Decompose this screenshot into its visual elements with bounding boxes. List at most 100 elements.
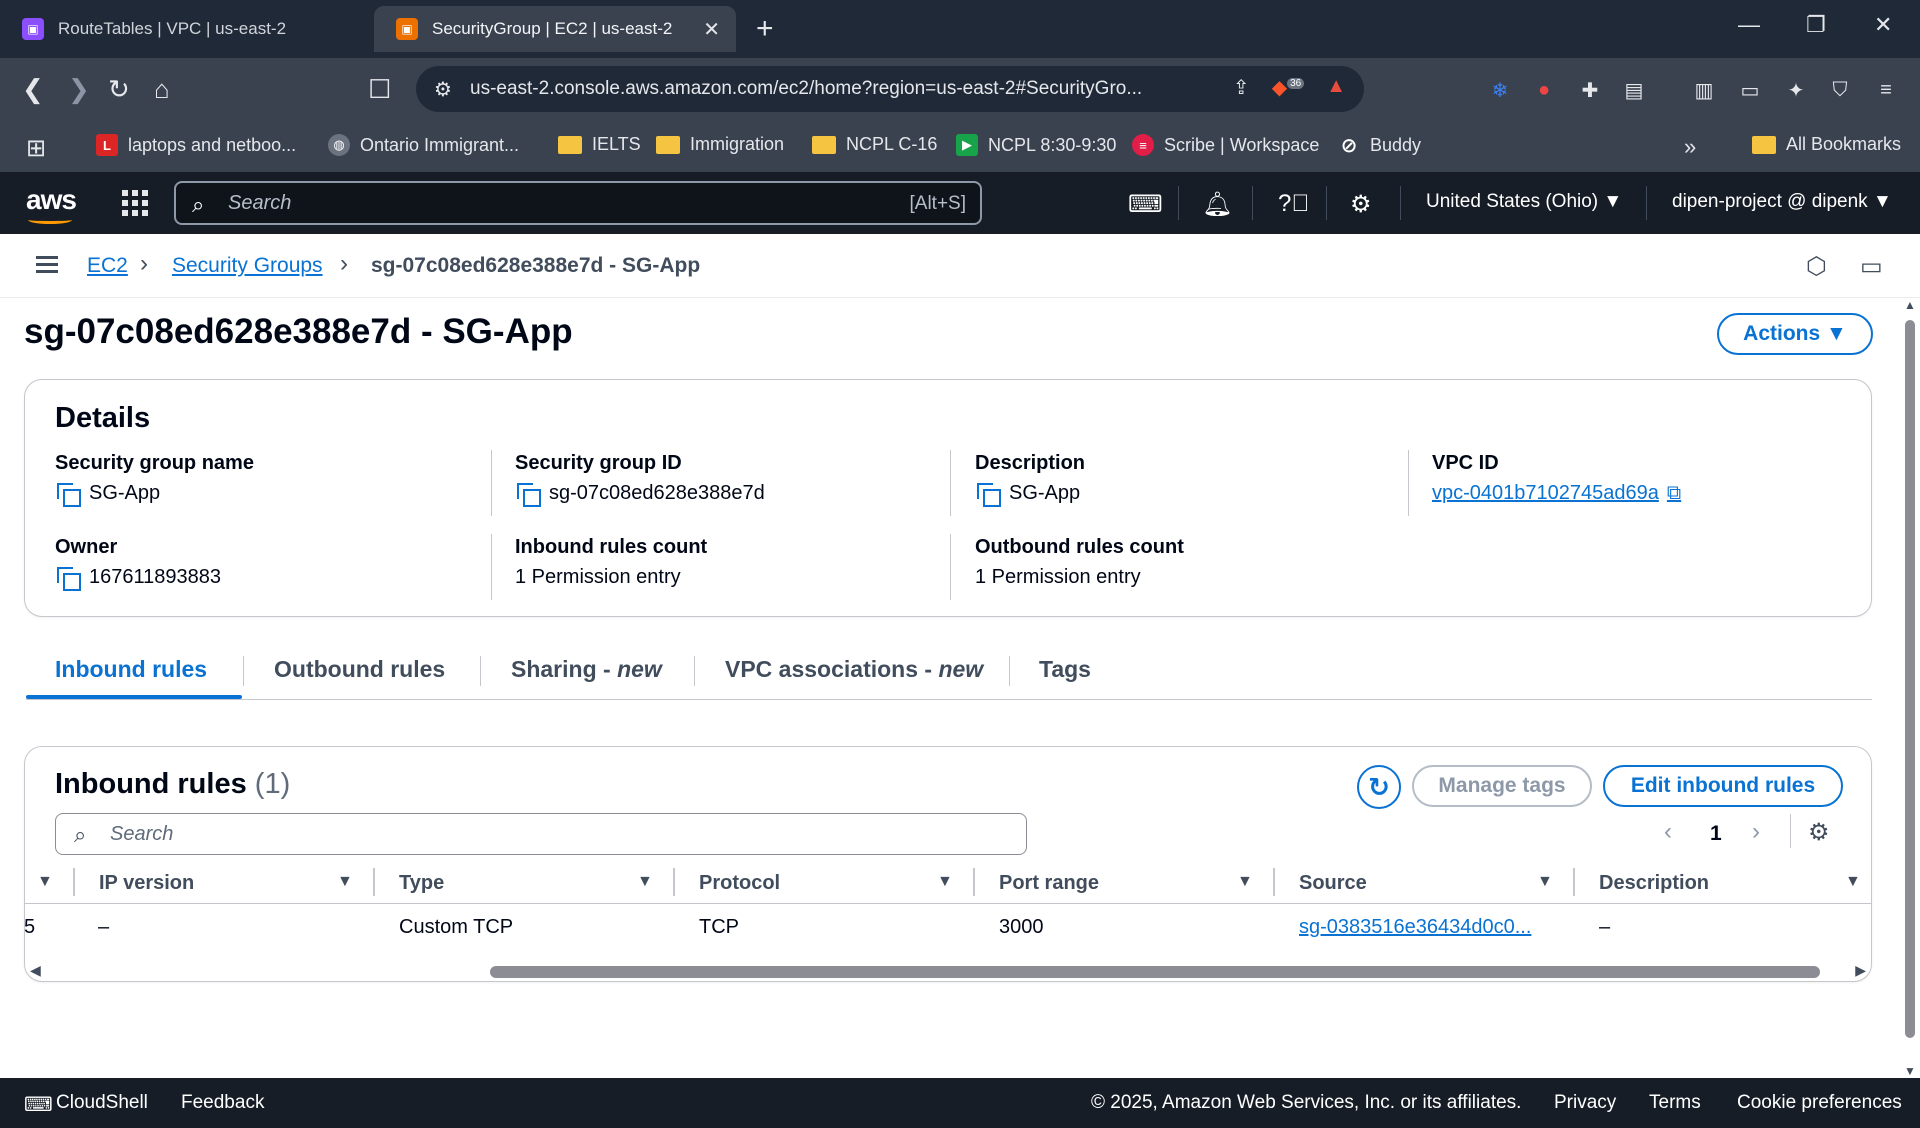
sort-caret-icon[interactable]: ▼	[1537, 873, 1553, 891]
prev-page-icon[interactable]: ‹	[1664, 818, 1672, 846]
display-settings-icon[interactable]: ▭	[1860, 252, 1883, 281]
notifications-bell-icon[interactable]: 🔔︎	[1202, 190, 1232, 219]
tab-vpc-associations[interactable]: VPC associations - new	[725, 656, 983, 683]
close-window-icon[interactable]: ✕	[1874, 12, 1892, 38]
terms-link[interactable]: Terms	[1649, 1092, 1701, 1114]
sort-caret-icon[interactable]: ▼	[37, 873, 53, 891]
hexagon-info-icon[interactable]: ⬡	[1806, 252, 1827, 281]
scroll-right-icon[interactable]: ▶	[1855, 962, 1866, 979]
bookmark-ncpl-c16[interactable]: NCPL C-16	[812, 134, 937, 155]
aws-search-input[interactable]: ⌕ Search [Alt+S]	[174, 181, 982, 225]
bookmark-immigration[interactable]: Immigration	[656, 134, 784, 155]
aws-logo[interactable]: aws	[26, 184, 77, 224]
tab-outbound-rules[interactable]: Outbound rules	[274, 656, 445, 683]
sort-caret-icon[interactable]: ▼	[1237, 873, 1253, 891]
settings-gear-icon[interactable]: ⚙	[1350, 190, 1372, 219]
home-icon[interactable]: ⌂	[154, 74, 170, 105]
tab-sharing[interactable]: Sharing - new	[511, 656, 662, 683]
bookmark-ielts[interactable]: IELTS	[558, 134, 641, 155]
vpc-id-link[interactable]: vpc-0401b7102745ad69a ⧉	[1432, 482, 1681, 505]
forward-icon[interactable]: ❯	[68, 74, 90, 105]
leo-ai-icon[interactable]: ✦	[1782, 76, 1810, 104]
sort-caret-icon[interactable]: ▼	[337, 873, 353, 891]
col-ip-version[interactable]: IP version	[99, 872, 194, 895]
scroll-up-icon[interactable]: ▲	[1904, 298, 1916, 312]
cell-source-link[interactable]: sg-0383516e36434d0c0...	[1299, 916, 1531, 939]
minimize-icon[interactable]: —	[1738, 12, 1760, 38]
bookmark-buddy[interactable]: ⊘ Buddy	[1338, 134, 1421, 157]
extension-snowflake-icon[interactable]: ❄	[1486, 76, 1514, 104]
col-port-range[interactable]: Port range	[999, 872, 1099, 895]
extensions-puzzle-icon[interactable]: ✚	[1576, 76, 1604, 104]
services-grid-icon[interactable]	[122, 190, 148, 216]
manage-tags-button[interactable]: Manage tags	[1412, 765, 1592, 807]
col-protocol[interactable]: Protocol	[699, 872, 780, 895]
site-settings-icon[interactable]: ⚙	[434, 77, 452, 102]
bookmark-scribe[interactable]: ≡ Scribe | Workspace	[1132, 134, 1319, 156]
more-bookmarks-icon[interactable]: »	[1684, 134, 1696, 160]
next-page-icon[interactable]: ›	[1752, 818, 1760, 846]
aws-smile-icon	[28, 216, 72, 224]
edit-inbound-rules-button[interactable]: Edit inbound rules	[1603, 765, 1843, 807]
cloudshell-icon[interactable]: ⌨	[24, 1092, 53, 1117]
sort-caret-icon[interactable]: ▼	[637, 873, 653, 891]
sort-caret-icon[interactable]: ▼	[1845, 873, 1861, 891]
cloudshell-link[interactable]: CloudShell	[56, 1092, 148, 1114]
browser-tab-securitygroup[interactable]: ▣ SecurityGroup | EC2 | us-east-2 ✕	[374, 6, 736, 52]
col-type[interactable]: Type	[399, 872, 444, 895]
bookmark-laptops[interactable]: L laptops and netboo...	[96, 134, 296, 156]
restore-window-icon[interactable]: ❐	[1806, 12, 1826, 38]
bookmark-icon[interactable]: ☐	[368, 74, 391, 105]
extension-red-icon[interactable]: ●	[1530, 76, 1558, 104]
breadcrumb-ec2[interactable]: EC2	[87, 254, 128, 278]
col-source[interactable]: Source	[1299, 872, 1367, 895]
cookie-preferences-link[interactable]: Cookie preferences	[1737, 1092, 1902, 1114]
page-number[interactable]: 1	[1710, 822, 1722, 846]
sort-caret-icon[interactable]: ▼	[937, 873, 953, 891]
horizontal-scrollbar[interactable]: ◀ ▶	[28, 962, 1868, 980]
help-icon[interactable]: ?⃝	[1278, 190, 1309, 218]
menu-icon[interactable]: ≡	[1872, 76, 1900, 104]
rules-search-input[interactable]: ⌕ Search	[55, 813, 1027, 855]
copy-icon[interactable]	[57, 566, 81, 591]
account-menu[interactable]: dipen-project @ dipenk ▼	[1672, 191, 1892, 213]
new-tab-button[interactable]: +	[756, 12, 774, 46]
privacy-link[interactable]: Privacy	[1554, 1092, 1616, 1114]
cell-description: –	[1599, 916, 1611, 938]
cloudshell-icon[interactable]: ⌨	[1128, 190, 1163, 219]
col-description[interactable]: Description	[1599, 872, 1709, 895]
breadcrumb-security-groups[interactable]: Security Groups	[172, 254, 323, 278]
browser-tab-routetables[interactable]: ▣ RouteTables | VPC | us-east-2	[0, 6, 370, 52]
copy-icon[interactable]	[517, 482, 541, 507]
actions-button[interactable]: Actions ▼	[1717, 313, 1873, 355]
scroll-thumb[interactable]	[490, 966, 1820, 978]
scroll-left-icon[interactable]: ◀	[30, 962, 41, 979]
brave-rewards-icon[interactable]: ▲	[1326, 75, 1346, 100]
copy-icon[interactable]	[57, 482, 81, 507]
apps-grid-icon[interactable]: ⊞	[26, 134, 46, 163]
hamburger-menu-icon[interactable]	[36, 256, 58, 274]
all-bookmarks[interactable]: All Bookmarks	[1752, 134, 1901, 155]
tab-inbound-rules[interactable]: Inbound rules	[55, 656, 207, 683]
share-icon[interactable]: ⇪	[1233, 75, 1250, 100]
bookmark-ncpl-830[interactable]: ▶ NCPL 8:30-9:30	[956, 134, 1116, 156]
region-selector[interactable]: United States (Ohio) ▼	[1426, 191, 1622, 213]
copy-icon[interactable]	[977, 482, 1001, 507]
brave-shields-icon[interactable]: ◆ 36	[1272, 75, 1305, 100]
tab-tags[interactable]: Tags	[1039, 656, 1091, 683]
scroll-down-icon[interactable]: ▼	[1904, 1064, 1916, 1078]
table-preferences-gear-icon[interactable]: ⚙	[1808, 818, 1830, 847]
close-tab-icon[interactable]: ✕	[703, 17, 720, 42]
scroll-thumb[interactable]	[1905, 320, 1915, 1038]
refresh-icon[interactable]: ↻	[1357, 765, 1401, 809]
reader-icon[interactable]: ▤	[1620, 76, 1648, 104]
vertical-scrollbar[interactable]: ▲ ▼	[1900, 298, 1920, 1078]
reload-icon[interactable]: ↻	[108, 74, 130, 105]
bookmark-ontario[interactable]: ◍ Ontario Immigrant...	[328, 134, 519, 156]
wallet-icon[interactable]: ▭	[1736, 76, 1764, 104]
vpn-icon[interactable]: ⛉	[1826, 76, 1854, 104]
back-icon[interactable]: ❮	[22, 74, 44, 105]
feedback-link[interactable]: Feedback	[181, 1092, 264, 1114]
address-bar[interactable]: ⚙ us-east-2.console.aws.amazon.com/ec2/h…	[416, 66, 1364, 112]
sidebar-icon[interactable]: ▥	[1690, 76, 1718, 104]
